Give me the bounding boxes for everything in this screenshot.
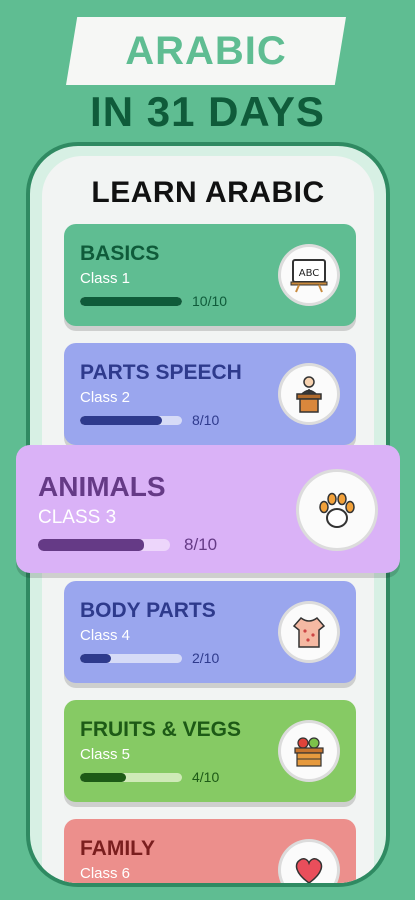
- headline-subtitle: IN 31 DAYS: [90, 88, 325, 135]
- paw-icon: [296, 469, 378, 551]
- progress-text: 10/10: [192, 293, 228, 309]
- lesson-name: FRUITS & VEGS: [80, 718, 242, 741]
- svg-text:ABC: ABC: [299, 268, 320, 279]
- lesson-class: Class 4: [80, 627, 131, 644]
- lesson-card-basics[interactable]: BASICS Class 1 10/10 ABC: [64, 224, 356, 326]
- progress-text: 8/10: [184, 535, 218, 554]
- progress-fill: [80, 416, 162, 425]
- lesson-name: PARTS SPEECH: [80, 361, 242, 384]
- progress-track: [80, 773, 182, 782]
- lesson-class: Class 5: [80, 746, 131, 763]
- progress-track: [80, 416, 182, 425]
- progress-fill: [38, 539, 144, 551]
- abc-board-icon: ABC: [278, 244, 340, 306]
- progress-fill: [80, 773, 126, 782]
- podium-speaker-icon: [278, 363, 340, 425]
- progress-text: 4/10: [192, 769, 220, 785]
- lesson-name: BASICS: [80, 242, 160, 265]
- progress-fill: [80, 297, 182, 306]
- lesson-card-animals[interactable]: ANIMALS CLASS 3 8/10: [16, 445, 400, 573]
- progress-fill: [80, 654, 111, 663]
- body-torso-icon: [278, 601, 340, 663]
- lesson-card-fruits-vegs[interactable]: FRUITS & VEGS Class 5 4/10: [64, 700, 356, 802]
- lesson-card-body-parts[interactable]: BODY PARTS Class 4 2/10: [64, 581, 356, 683]
- lesson-class: Class 2: [80, 389, 131, 406]
- lesson-class: Class 1: [80, 270, 131, 287]
- lesson-card-parts-speech[interactable]: PARTS SPEECH Class 2 8/10: [64, 343, 356, 445]
- heart-family-icon: [278, 839, 340, 883]
- lesson-class: Class 6: [80, 865, 131, 882]
- fruit-basket-icon: [278, 720, 340, 782]
- lesson-class: CLASS 3: [38, 507, 117, 528]
- progress-track: [80, 654, 182, 663]
- progress-text: 2/10: [192, 650, 220, 666]
- progress-track: [38, 539, 170, 551]
- headline-banner-text: ARABIC: [125, 28, 287, 73]
- lesson-name: ANIMALS: [38, 471, 166, 502]
- progress-track: [80, 297, 182, 306]
- app-title: LEARN ARABIC: [91, 176, 325, 209]
- headline-banner: ARABIC: [66, 17, 346, 85]
- lesson-card-family[interactable]: FAMILY Class 6: [64, 819, 356, 883]
- progress-text: 8/10: [192, 412, 220, 428]
- lesson-name: FAMILY: [80, 837, 156, 860]
- lesson-name: BODY PARTS: [80, 599, 216, 622]
